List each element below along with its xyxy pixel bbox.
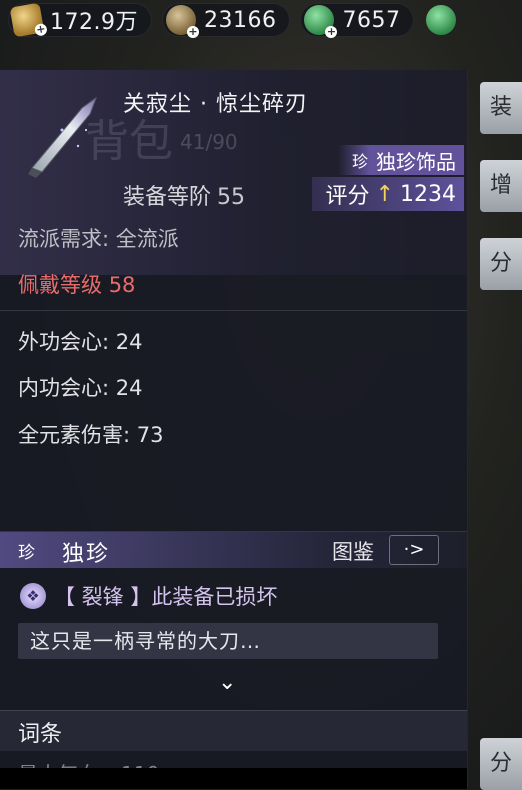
rarity-badge: 珍 [351, 152, 368, 171]
score-label: 评分 [325, 184, 370, 209]
score-up-arrow-icon: ↑ [375, 181, 394, 207]
effect-line: ❖ 【 裂锋 】此装备已损坏 [20, 581, 277, 611]
copper-coin-icon: + [165, 5, 199, 38]
chevron-down-icon[interactable]: ⌄ [218, 670, 236, 695]
currency-copper[interactable]: + 23166 [161, 3, 291, 38]
school-requirement: 流派需求: 全流派 [18, 227, 179, 251]
currency-gold-value: 172.9万 [50, 10, 138, 35]
bottom-black-bar [0, 768, 467, 789]
item-tooltip: 背包 41/90 关寂尘 · 惊尘碎刃 珍 独珍饰品 装备等阶 55 评分 ↑ 1… [0, 70, 468, 789]
codex-label: 图鉴 [332, 540, 374, 564]
currency-jade[interactable]: + 7657 [300, 3, 415, 38]
equip-button[interactable]: 装 [480, 82, 522, 134]
unique-section-label: 独珍 [62, 542, 111, 567]
jade-coin-icon[interactable] [426, 5, 457, 35]
currency-bar: + 172.9万 + 23166 + 7657 [0, 0, 522, 40]
level-requirement-value: 58 [108, 273, 136, 297]
entries-section-header: 词条 [0, 710, 467, 751]
effect-text: 【 裂锋 】此装备已损坏 [54, 585, 278, 609]
equip-rank-label: 装备等阶 [123, 185, 212, 210]
rarity-tag: 珍 独珍饰品 [337, 145, 464, 175]
currency-copper-value: 23166 [203, 7, 277, 33]
item-header: 背包 41/90 关寂尘 · 惊尘碎刃 珍 独珍饰品 装备等阶 55 评分 ↑ 1… [0, 70, 467, 275]
rarity-badge: 珍 [18, 543, 35, 563]
equip-rank-value: 55 [217, 185, 246, 210]
stat-line: 内功会心: 24 [18, 376, 143, 400]
currency-jade-value: 7657 [342, 7, 401, 33]
entries-section-label: 词条 [18, 722, 63, 747]
gold-ingot-icon: + [9, 2, 48, 38]
codex-button[interactable]: ·> [389, 535, 439, 565]
unique-section-bar: 珍 独珍 图鉴 ·> [0, 532, 467, 568]
score-value: 1234 [400, 181, 456, 207]
level-requirement: 佩戴等级 58 [18, 269, 135, 299]
inventory-count-ghost: 41/90 [180, 130, 238, 154]
item-name: 关寂尘 · 惊尘碎刃 [123, 92, 308, 117]
enhance-button[interactable]: 增 [480, 160, 522, 212]
level-requirement-label: 佩戴等级 [18, 273, 102, 297]
effect-gem-icon: ❖ [20, 583, 46, 609]
jade-coin-icon: + [304, 5, 338, 38]
rarity-label: 独珍饰品 [376, 149, 456, 174]
stat-line: 全元素伤害: 73 [18, 423, 164, 447]
stat-line: 外功会心: 24 [18, 330, 143, 354]
flavor-text: 这只是一柄寻常的大刀… [18, 623, 438, 659]
divider [0, 310, 467, 311]
currency-gold[interactable]: + 172.9万 [8, 2, 152, 38]
equip-rank: 装备等阶 55 [123, 179, 245, 211]
score-tag: 评分 ↑ 1234 [311, 177, 464, 211]
split-button[interactable]: 分 [480, 238, 522, 290]
blade-icon [28, 96, 98, 178]
share-button[interactable]: 分 [480, 738, 522, 790]
